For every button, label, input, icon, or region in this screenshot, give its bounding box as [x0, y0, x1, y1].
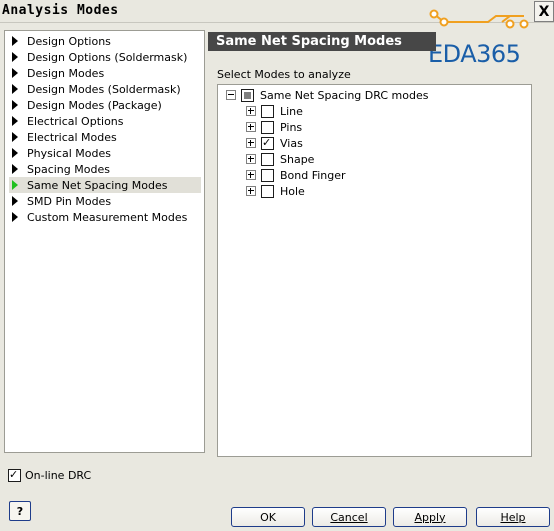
modes-nav-list: Design Options Design Options (Soldermask… — [4, 30, 205, 453]
nav-item[interactable]: Electrical Options — [9, 113, 201, 129]
nav-item[interactable]: Design Modes (Package) — [9, 97, 201, 113]
online-drc-option[interactable]: ✓ On-line DRC — [8, 469, 91, 482]
section-header: Same Net Spacing Modes — [208, 32, 436, 51]
nav-item-label: Spacing Modes — [27, 162, 110, 176]
nav-item-label: Electrical Modes — [27, 130, 117, 144]
window-title: Analysis Modes — [2, 3, 119, 18]
tree-item: Hole — [246, 183, 305, 199]
collapse-icon[interactable] — [226, 90, 236, 100]
nav-item[interactable]: Custom Measurement Modes — [9, 209, 201, 225]
apply-button[interactable]: Apply — [393, 507, 467, 527]
logo-text: EDA365 — [428, 40, 521, 68]
expand-icon[interactable] — [246, 138, 256, 148]
triangle-right-icon — [12, 116, 18, 126]
nav-item-label: Design Modes — [27, 66, 105, 80]
nav-item-label: Custom Measurement Modes — [27, 210, 188, 224]
expand-icon[interactable] — [246, 154, 256, 164]
nav-item-label: Same Net Spacing Modes — [27, 178, 168, 192]
select-modes-label: Select Modes to analyze — [217, 68, 351, 81]
ok-button[interactable]: OK — [231, 507, 305, 527]
question-mark-icon: ? — [16, 504, 24, 518]
context-help-button[interactable]: ? — [9, 501, 31, 521]
nav-item[interactable]: Physical Modes — [9, 145, 201, 161]
tree-item-label: Pins — [280, 120, 303, 134]
tree-item: Shape — [246, 151, 314, 167]
triangle-right-icon — [12, 164, 18, 174]
nav-item-label: SMD Pin Modes — [27, 194, 112, 208]
nav-item[interactable]: Same Net Spacing Modes — [9, 177, 201, 193]
nav-item[interactable]: Electrical Modes — [9, 129, 201, 145]
tree-root-label: Same Net Spacing DRC modes — [260, 88, 429, 102]
tree-item: ✓ Vias — [246, 135, 303, 151]
cancel-button[interactable]: Cancel — [312, 507, 386, 527]
tree-root-row: Same Net Spacing DRC modes — [226, 87, 428, 103]
nav-item[interactable]: Design Options (Soldermask) — [9, 49, 201, 65]
checkmark-icon: ✓ — [262, 135, 272, 149]
close-icon: X — [538, 3, 550, 20]
nav-item[interactable]: Spacing Modes — [9, 161, 201, 177]
triangle-right-icon — [12, 100, 18, 110]
circuit-trace-icon — [429, 9, 529, 29]
triangle-right-icon — [12, 180, 18, 190]
tree-item-label: Shape — [280, 152, 315, 166]
nav-item-label: Design Modes (Package) — [27, 98, 162, 112]
nav-item[interactable]: Design Modes — [9, 65, 201, 81]
triangle-right-icon — [12, 68, 18, 78]
online-drc-label: On-line DRC — [25, 469, 92, 482]
nav-item-label: Physical Modes — [27, 146, 111, 160]
cancel-label: Cancel — [330, 510, 368, 524]
tree-item-label: Hole — [280, 184, 305, 198]
expand-icon[interactable] — [246, 186, 256, 196]
triangle-right-icon — [12, 196, 18, 206]
expand-icon[interactable] — [246, 170, 256, 180]
triangle-right-icon — [12, 36, 18, 46]
root-checkbox[interactable] — [241, 88, 254, 102]
tree-item: Line — [246, 103, 303, 119]
tree-item-label: Vias — [280, 136, 303, 150]
triangle-right-icon — [12, 212, 18, 222]
nav-item[interactable]: SMD Pin Modes — [9, 193, 201, 209]
triangle-right-icon — [12, 148, 18, 158]
tree-item-label: Bond Finger — [280, 168, 346, 182]
online-drc-checkbox[interactable]: ✓ — [8, 469, 21, 482]
nav-item[interactable]: Design Modes (Soldermask) — [9, 81, 201, 97]
tree-item-checkbox[interactable] — [261, 168, 274, 182]
help-label: Help — [500, 510, 526, 524]
nav-item-label: Electrical Options — [27, 114, 124, 128]
tree-item-label: Line — [280, 104, 303, 118]
nav-item-label: Design Modes (Soldermask) — [27, 82, 181, 96]
tree-item-checkbox[interactable] — [261, 152, 274, 166]
tree-item-checkbox[interactable] — [261, 104, 274, 118]
apply-label: Apply — [414, 510, 446, 524]
ok-label: OK — [260, 510, 276, 524]
eda365-logo: EDA365 — [428, 8, 538, 68]
checkmark-icon: ✓ — [9, 468, 19, 481]
tree-item-checkbox[interactable] — [261, 120, 274, 134]
tree-item-checkbox[interactable] — [261, 184, 274, 198]
triangle-right-icon — [12, 132, 18, 142]
nav-item[interactable]: Design Options — [9, 33, 201, 49]
triangle-right-icon — [12, 84, 18, 94]
expand-icon[interactable] — [246, 122, 256, 132]
help-button[interactable]: Help — [476, 507, 550, 527]
expand-icon[interactable] — [246, 106, 256, 116]
nav-item-label: Design Options — [27, 34, 111, 48]
triangle-right-icon — [12, 52, 18, 62]
tree-item: Bond Finger — [246, 167, 346, 183]
modes-tree: Same Net Spacing DRC modes Line Pins ✓ Vias… — [217, 84, 532, 457]
tree-item: Pins — [246, 119, 302, 135]
tree-item-checkbox[interactable]: ✓ — [261, 135, 274, 150]
nav-item-label: Design Options (Soldermask) — [27, 50, 188, 64]
